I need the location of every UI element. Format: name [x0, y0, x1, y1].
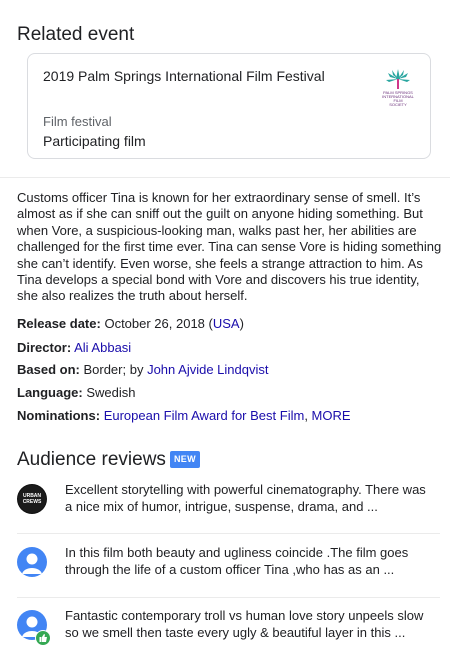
review-text: In this film both beauty and ugliness co…: [65, 545, 409, 577]
urban-crews-avatar-icon: URBAN CREWS: [17, 484, 47, 514]
logo-text-4: SOCIETY: [389, 102, 407, 107]
review-text: Fantastic contemporary troll vs human lo…: [65, 608, 424, 640]
release-region-link[interactable]: USA: [213, 316, 240, 331]
event-type: Film festival: [43, 114, 112, 129]
release-date-row: Release date: October 26, 2018 (USA): [17, 316, 244, 331]
director-link[interactable]: Ali Abbasi: [74, 340, 131, 355]
release-date-label: Release date:: [17, 316, 101, 331]
section-divider: [0, 177, 450, 178]
nominations-more-link[interactable]: MORE: [312, 408, 351, 423]
related-event-heading: Related event: [17, 24, 135, 45]
user-avatar-icon: [17, 547, 47, 577]
nominations-row: Nominations: European Film Award for Bes…: [17, 408, 351, 423]
event-role: Participating film: [43, 133, 146, 149]
movie-description: Customs officer Tina is known for her ex…: [17, 190, 442, 304]
related-event-card[interactable]: 2019 Palm Springs International Film Fes…: [27, 53, 431, 159]
thumbs-up-icon: [35, 630, 51, 646]
review-divider: [17, 597, 440, 598]
review-divider: [17, 533, 440, 534]
based-on-prefix: Border; by: [83, 362, 144, 377]
based-on-row: Based on: Border; by John Ajvide Lindqvi…: [17, 362, 269, 377]
event-title: 2019 Palm Springs International Film Fes…: [43, 68, 325, 84]
release-date-value: October 26, 2018: [104, 316, 205, 331]
avatar-text-2: CREWS: [23, 499, 42, 505]
nominations-label: Nominations:: [17, 408, 101, 423]
language-label: Language:: [17, 385, 83, 400]
director-row: Director: Ali Abbasi: [17, 340, 131, 355]
new-badge: NEW: [170, 451, 200, 468]
language-row: Language: Swedish: [17, 385, 136, 400]
author-link[interactable]: John Ajvide Lindqvist: [147, 362, 268, 377]
language-value: Swedish: [86, 385, 136, 400]
palm-springs-logo-icon: PALM SPRINGS INTERNATIONAL FILM SOCIETY: [378, 66, 418, 108]
review-text: Excellent storytelling with powerful cin…: [65, 482, 426, 514]
based-on-label: Based on:: [17, 362, 80, 377]
audience-reviews-heading: Audience reviews: [17, 449, 166, 470]
nomination-link[interactable]: European Film Award for Best Film: [104, 408, 305, 423]
director-label: Director:: [17, 340, 72, 355]
